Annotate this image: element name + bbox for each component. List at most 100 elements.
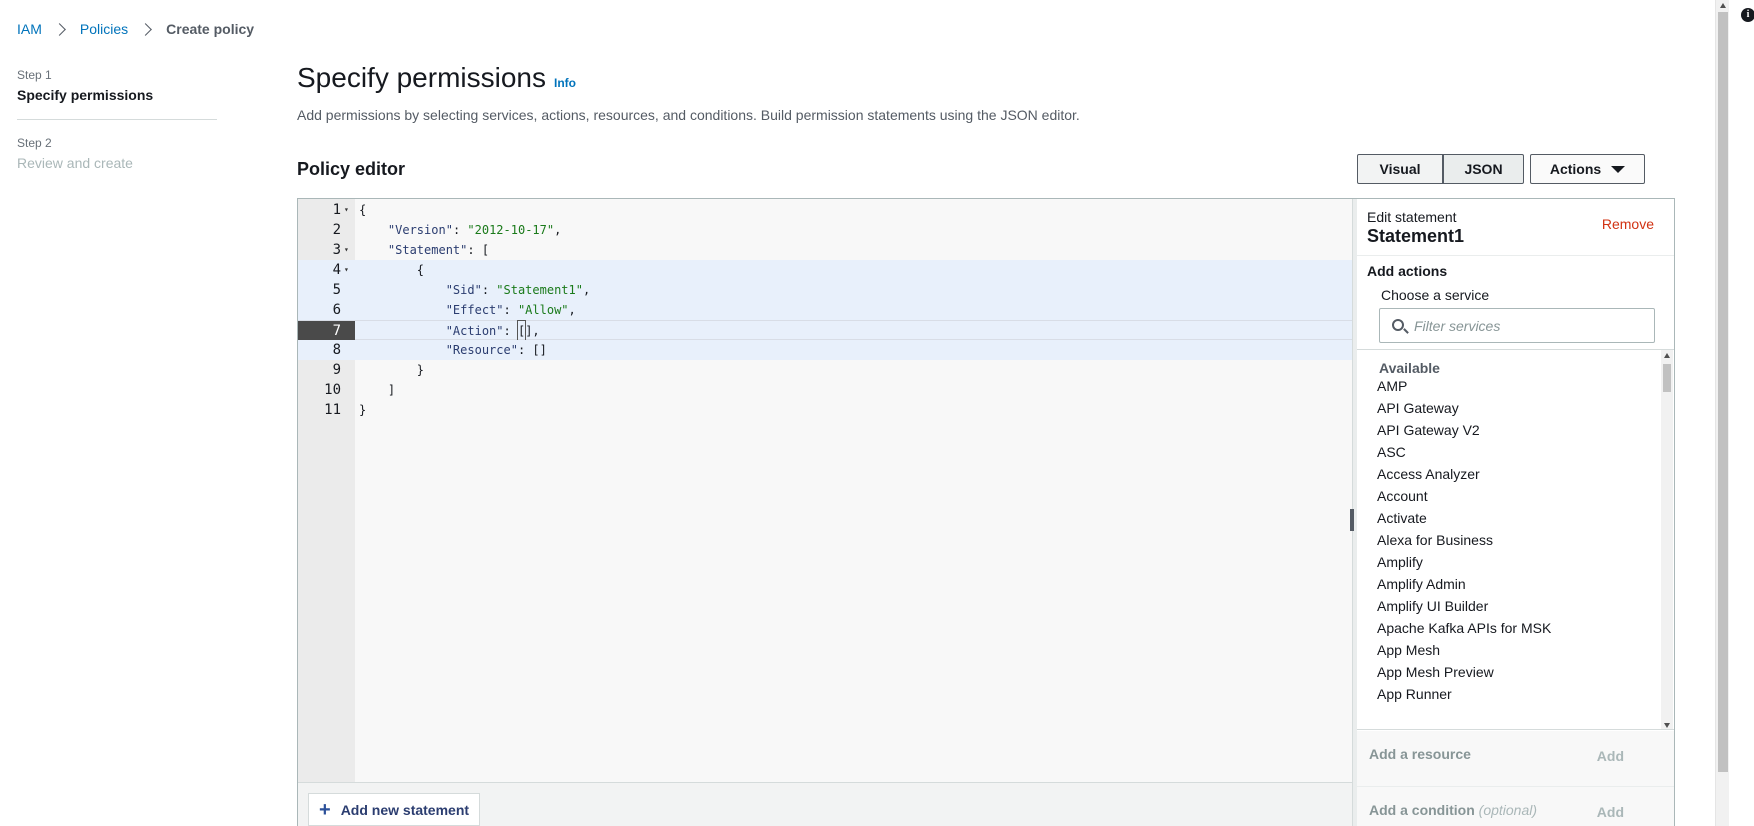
- filter-services-input[interactable]: [1414, 309, 1650, 342]
- service-item-app-mesh-preview[interactable]: App Mesh Preview: [1377, 660, 1494, 684]
- scrollbar-thumb[interactable]: [1663, 364, 1671, 392]
- chevron-right-icon: [53, 22, 66, 36]
- line-number: 11: [324, 402, 341, 418]
- info-link[interactable]: Info: [554, 76, 576, 90]
- fold-arrow-icon[interactable]: ▾: [344, 200, 349, 220]
- code-line: 10 ]: [298, 380, 1352, 400]
- breadcrumb-current: Create policy: [166, 21, 255, 37]
- info-icon[interactable]: i: [1741, 8, 1754, 22]
- wizard-steps: Step 1 Specify permissions Step 2 Review…: [17, 68, 217, 171]
- add-condition-button[interactable]: Add: [1597, 804, 1624, 820]
- code-text: ]: [359, 383, 396, 397]
- line-number: 1: [332, 202, 341, 218]
- line-number: 6: [332, 302, 341, 318]
- page-scrollbar[interactable]: [1715, 0, 1729, 826]
- service-list[interactable]: Available AMP API Gateway API Gateway V2…: [1357, 349, 1674, 730]
- step-2-title: Review and create: [17, 155, 133, 171]
- service-item-asc[interactable]: ASC: [1377, 440, 1406, 464]
- code-line: 9 }: [298, 360, 1352, 380]
- service-item-apache-kafka[interactable]: Apache Kafka APIs for MSK: [1377, 616, 1551, 640]
- scroll-down-icon[interactable]: [1664, 723, 1670, 728]
- service-item-account[interactable]: Account: [1377, 484, 1428, 508]
- add-condition-text: Add a condition: [1369, 802, 1475, 818]
- add-new-statement-label: Add new statement: [340, 801, 470, 818]
- line-number: 7: [332, 323, 341, 339]
- policy-editor: 1 ▾ { 2 "Version": "2012-10-17", 3 ▾ "St…: [297, 198, 1675, 826]
- optional-label: (optional): [1478, 802, 1538, 818]
- breadcrumb-iam[interactable]: IAM: [17, 21, 42, 37]
- code-text: }: [359, 403, 367, 417]
- code-text: "Statement": [: [387, 243, 490, 257]
- code-line: 4 ▾ {: [298, 260, 1352, 280]
- service-item-amplify[interactable]: Amplify: [1377, 550, 1423, 574]
- service-item-amp[interactable]: AMP: [1377, 374, 1407, 398]
- step-2-label: Step 2: [17, 136, 52, 150]
- step-1-label: Step 1: [17, 68, 52, 82]
- code-text: "Action": [],: [359, 320, 540, 342]
- search-icon: [1392, 319, 1404, 331]
- service-item-amplify-ui-builder[interactable]: Amplify UI Builder: [1377, 594, 1488, 618]
- code-text: "Effect": "Allow",: [445, 303, 576, 317]
- code-text: "Sid": "Statement1",: [445, 283, 591, 297]
- step-1-title[interactable]: Specify permissions: [17, 87, 217, 103]
- fold-arrow-icon[interactable]: ▾: [344, 260, 349, 280]
- line-number: 10: [324, 382, 341, 398]
- splitter-handle[interactable]: [1350, 509, 1354, 531]
- service-list-scrollbar[interactable]: [1661, 350, 1673, 729]
- code-text: {: [359, 263, 425, 277]
- service-item-amplify-admin[interactable]: Amplify Admin: [1377, 572, 1466, 596]
- fold-arrow-icon[interactable]: ▾: [344, 240, 349, 260]
- line-number: 5: [332, 282, 341, 298]
- code-text: {: [359, 203, 367, 217]
- visual-mode-button[interactable]: Visual: [1357, 154, 1443, 184]
- page-scrollbar-thumb[interactable]: [1718, 12, 1728, 772]
- code-line: 2 "Version": "2012-10-17",: [298, 220, 1352, 240]
- code-text: "Resource": []: [445, 343, 547, 357]
- panel-divider: [1357, 255, 1674, 256]
- remove-statement-link[interactable]: Remove: [1602, 216, 1654, 232]
- code-line: 5 "Sid": "Statement1",: [298, 280, 1352, 300]
- service-item-api-gateway[interactable]: API Gateway: [1377, 396, 1459, 420]
- service-item-activate[interactable]: Activate: [1377, 506, 1427, 530]
- add-new-statement-button[interactable]: + Add new statement: [308, 793, 481, 826]
- code-text: "Version": "2012-10-17",: [387, 223, 562, 237]
- add-condition-label: Add a condition (optional): [1369, 802, 1537, 818]
- service-item-access-analyzer[interactable]: Access Analyzer: [1377, 462, 1480, 486]
- edit-statement-label: Edit statement: [1367, 209, 1457, 225]
- line-number: 3: [332, 242, 341, 258]
- add-resource-row: Add a resource Add: [1357, 731, 1674, 786]
- line-number: 9: [332, 362, 341, 378]
- code-text: }: [359, 363, 425, 377]
- add-resource-label: Add a resource: [1369, 746, 1471, 762]
- code-line: 3 ▾ "Statement": [: [298, 240, 1352, 260]
- line-number: 4: [332, 262, 341, 278]
- code-line: 1 ▾ {: [298, 200, 1352, 220]
- chevron-right-icon: [139, 22, 153, 36]
- page-description: Add permissions by selecting services, a…: [297, 107, 1080, 123]
- line-number: 8: [332, 342, 341, 358]
- editor-footer: + Add new statement: [298, 782, 1352, 826]
- code-line-active: 7 "Action": [],: [298, 320, 1352, 342]
- actions-dropdown-button[interactable]: Actions: [1530, 154, 1645, 184]
- add-condition-row: Add a condition (optional) Add: [1357, 787, 1674, 826]
- service-item-api-gateway-v2[interactable]: API Gateway V2: [1377, 418, 1480, 442]
- scroll-up-icon[interactable]: [1664, 353, 1670, 358]
- statement-panel: Edit statement Statement1 Remove Add act…: [1357, 199, 1674, 826]
- add-resource-button[interactable]: Add: [1597, 748, 1624, 764]
- line-number: 2: [332, 222, 341, 238]
- breadcrumb: IAM Policies Create policy: [17, 21, 254, 37]
- scroll-up-icon[interactable]: [1720, 3, 1726, 8]
- actions-label: Actions: [1549, 161, 1602, 177]
- policy-editor-title: Policy editor: [297, 159, 406, 179]
- filter-services-field[interactable]: [1379, 308, 1655, 343]
- code-line: 11 }: [298, 400, 1352, 420]
- breadcrumb-policies[interactable]: Policies: [80, 21, 128, 37]
- service-item-alexa-for-business[interactable]: Alexa for Business: [1377, 528, 1493, 552]
- json-mode-button[interactable]: JSON: [1443, 154, 1524, 184]
- service-item-app-mesh[interactable]: App Mesh: [1377, 638, 1440, 662]
- service-item-app-runner[interactable]: App Runner: [1377, 682, 1452, 706]
- json-code-editor[interactable]: 1 ▾ { 2 "Version": "2012-10-17", 3 ▾ "St…: [298, 199, 1352, 782]
- plus-icon: +: [319, 798, 331, 821]
- editor-mode-toggle: Visual JSON: [1357, 154, 1524, 184]
- step-divider: [17, 119, 217, 120]
